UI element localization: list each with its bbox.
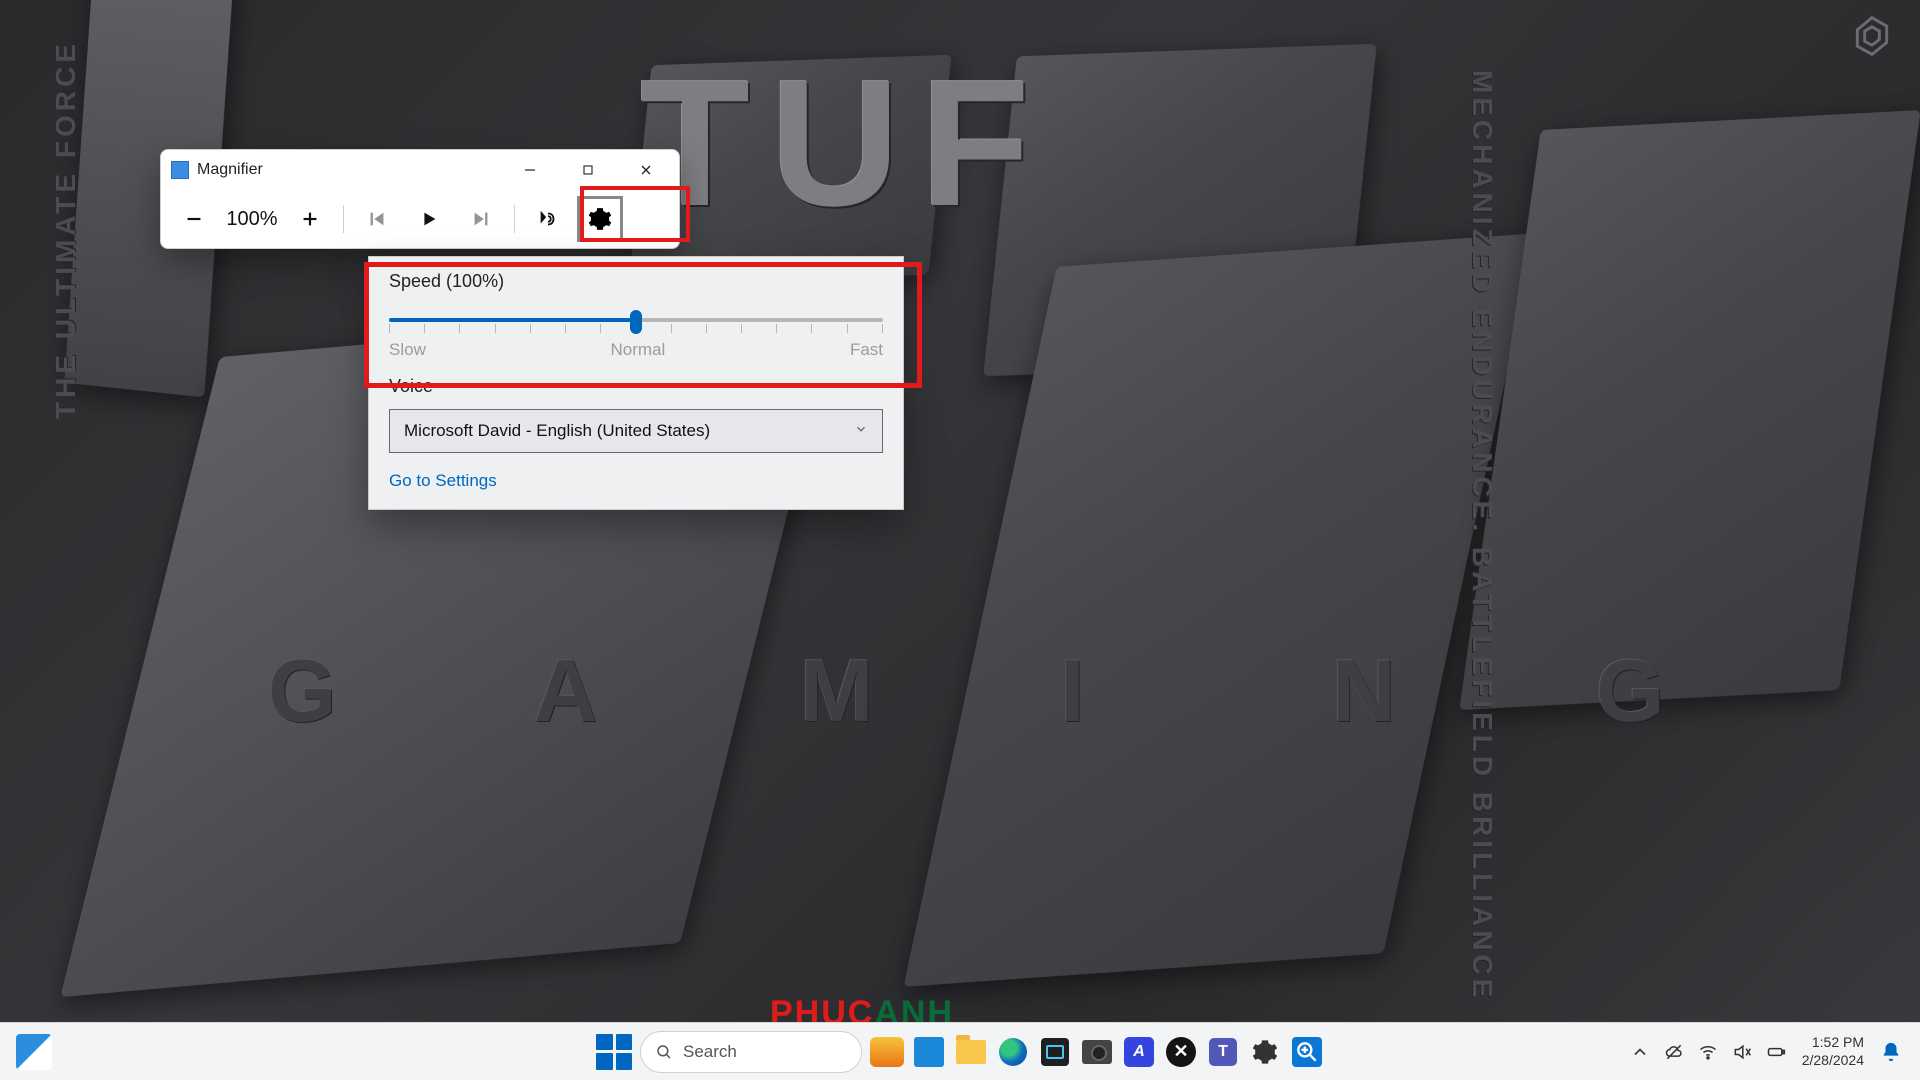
toolbar-divider xyxy=(514,205,515,233)
search-icon xyxy=(655,1043,673,1061)
taskbar-weather-icon[interactable] xyxy=(870,1035,904,1069)
taskbar-settings-icon[interactable] xyxy=(1248,1035,1282,1069)
system-tray[interactable] xyxy=(1630,1042,1786,1062)
clock-time: 1:52 PM xyxy=(1802,1034,1864,1052)
wallpaper-letter: G xyxy=(268,640,336,742)
clock-date: 2/28/2024 xyxy=(1802,1052,1864,1070)
speed-slider[interactable] xyxy=(389,304,883,338)
taskbar-file-explorer-icon[interactable] xyxy=(954,1035,988,1069)
chevron-down-icon xyxy=(854,421,868,441)
taskbar-pinned-app[interactable] xyxy=(912,1035,946,1069)
previous-sentence-button[interactable] xyxy=(354,196,400,242)
magnifier-toolbar: 100% xyxy=(161,190,679,248)
voice-selected-value: Microsoft David - English (United States… xyxy=(404,421,710,441)
taskbar-armoury-crate-icon[interactable]: A xyxy=(1122,1035,1156,1069)
slider-label-fast: Fast xyxy=(850,340,883,360)
tray-onedrive-icon[interactable] xyxy=(1664,1042,1684,1062)
start-button[interactable] xyxy=(596,1034,632,1070)
slider-label-normal: Normal xyxy=(611,340,666,360)
zoom-in-button[interactable] xyxy=(287,196,333,242)
wallpaper-letter: M xyxy=(800,640,873,742)
notifications-button[interactable] xyxy=(1880,1041,1902,1063)
wallpaper-tuf-text: TUF xyxy=(640,40,1050,247)
zoom-level: 100% xyxy=(223,208,281,231)
maximize-button[interactable] xyxy=(559,151,617,189)
taskbar-edge-icon[interactable] xyxy=(996,1035,1030,1069)
wallpaper-side-text-left: THE ULTIMATE FORCE xyxy=(50,40,82,419)
slider-label-slow: Slow xyxy=(389,340,426,360)
slider-thumb[interactable] xyxy=(630,310,642,334)
taskbar-camera-icon[interactable] xyxy=(1080,1035,1114,1069)
next-sentence-button[interactable] xyxy=(458,196,504,242)
tray-battery-icon[interactable] xyxy=(1766,1042,1786,1062)
widgets-button[interactable] xyxy=(16,1034,52,1070)
read-from-here-button[interactable] xyxy=(525,196,571,242)
desktop: TUF G A M I N G THE ULTIMATE FORCE MECHA… xyxy=(0,0,1920,1080)
taskbar-xbox-icon[interactable]: ✕ xyxy=(1164,1035,1198,1069)
wallpaper-letter: A xyxy=(534,640,598,742)
tray-wifi-icon[interactable] xyxy=(1698,1042,1718,1062)
close-button[interactable] xyxy=(617,151,675,189)
speed-label: Speed (100%) xyxy=(389,271,883,292)
play-button[interactable] xyxy=(406,196,452,242)
taskbar-search[interactable]: Search xyxy=(640,1031,862,1073)
taskbar[interactable]: Search A ✕ T 1:52 PM 2/28/2 xyxy=(0,1022,1920,1080)
search-placeholder: Search xyxy=(683,1042,737,1062)
wallpaper-panel xyxy=(1459,110,1920,710)
minimize-button[interactable] xyxy=(501,151,559,189)
tuf-hex-icon xyxy=(1850,14,1894,58)
tray-volume-icon[interactable] xyxy=(1732,1042,1752,1062)
voice-label: Voice xyxy=(389,376,883,397)
voice-dropdown[interactable]: Microsoft David - English (United States… xyxy=(389,409,883,453)
magnifier-app-icon xyxy=(171,161,189,179)
toolbar-divider xyxy=(343,205,344,233)
wallpaper-letter: N xyxy=(1332,640,1396,742)
go-to-settings-link[interactable]: Go to Settings xyxy=(389,471,497,491)
reading-settings-button[interactable] xyxy=(577,196,623,242)
magnifier-window[interactable]: Magnifier 100% xyxy=(160,149,680,249)
zoom-out-button[interactable] xyxy=(171,196,217,242)
tray-chevron-up-icon[interactable] xyxy=(1630,1042,1650,1062)
wallpaper-letter: G xyxy=(1596,640,1664,742)
taskbar-clock[interactable]: 1:52 PM 2/28/2024 xyxy=(1802,1034,1864,1069)
title-bar[interactable]: Magnifier xyxy=(161,150,679,190)
wallpaper-side-text-right: MECHANIZED ENDURANCE. BATTLEFIELD BRILLI… xyxy=(1466,70,1498,1001)
reading-settings-flyout: Speed (100%) Slow Normal Fast Voice Micr… xyxy=(368,256,904,510)
taskbar-magnifier-icon[interactable] xyxy=(1290,1035,1324,1069)
window-title: Magnifier xyxy=(197,161,501,179)
taskbar-store-icon[interactable] xyxy=(1038,1035,1072,1069)
wallpaper-letter: I xyxy=(1060,640,1084,742)
taskbar-teams-icon[interactable]: T xyxy=(1206,1035,1240,1069)
